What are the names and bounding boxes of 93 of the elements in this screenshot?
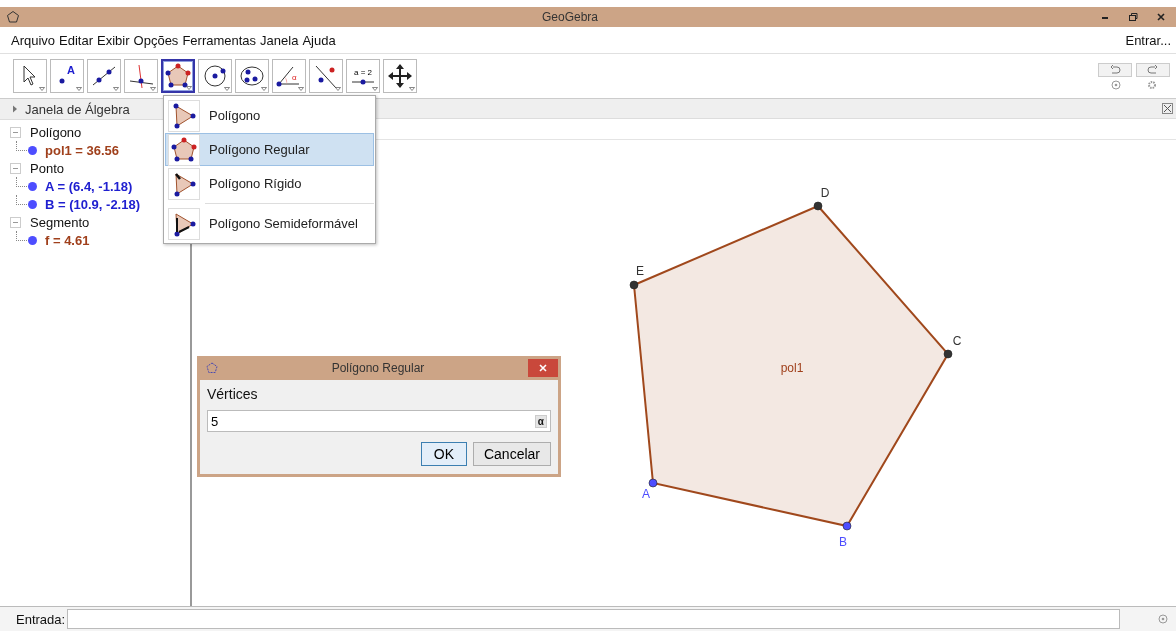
close-button[interactable] — [528, 359, 558, 377]
menu-item[interactable]: Arquivo — [11, 32, 56, 48]
symbol-button[interactable]: α — [534, 414, 547, 428]
caret-icon — [372, 87, 378, 91]
point-label: C — [952, 334, 962, 348]
object-dot[interactable] — [28, 181, 37, 191]
redo-icon — [1147, 64, 1159, 75]
pentagon-icon — [170, 135, 198, 164]
collapse-icon[interactable] — [10, 126, 21, 138]
menu-item[interactable]: Exibir — [97, 32, 130, 48]
menu-item[interactable]: Ajuda — [302, 32, 336, 48]
slider-label: a = 2 — [354, 67, 372, 77]
point[interactable] — [813, 201, 823, 211]
collapse-icon[interactable] — [10, 216, 21, 228]
tool-button[interactable] — [383, 59, 417, 93]
object-value[interactable]: pol1 = 36.56 — [45, 142, 120, 158]
caret-icon — [224, 87, 230, 91]
move-arrows-icon — [386, 62, 414, 90]
angle-symbol: α — [292, 73, 297, 82]
menu-item[interactable]: Opções — [133, 32, 179, 48]
point-label: E — [636, 264, 644, 278]
caret-icon — [76, 87, 82, 91]
dialog-button[interactable]: OK — [420, 442, 467, 466]
pentagon-icon — [164, 62, 192, 90]
point[interactable] — [629, 280, 639, 290]
tool-button[interactable]: a = 2 — [346, 59, 380, 93]
menu-item[interactable]: Editar — [59, 32, 94, 48]
pentagon-icon — [206, 362, 218, 374]
object-value[interactable]: A = (6.4, -1.18) — [45, 178, 133, 194]
undo-icon — [1109, 64, 1121, 75]
login-link[interactable]: Entrar... — [1125, 32, 1171, 48]
menu-item[interactable]: Polígono Semideformável — [165, 207, 374, 240]
tool-button[interactable] — [13, 59, 47, 93]
help-icon — [1111, 79, 1121, 90]
close-icon — [1156, 12, 1166, 22]
panel-title: Janela de Álgebra — [25, 101, 130, 117]
field-label: Vértices — [207, 386, 259, 402]
point-name-label: A — [67, 64, 75, 76]
dialog-button[interactable]: Cancelar — [472, 442, 551, 466]
slider-icon — [352, 78, 374, 85]
object-value[interactable]: f = 4.61 — [45, 232, 90, 248]
point-label: A — [642, 487, 650, 501]
menu-item[interactable]: Polígono — [165, 99, 374, 132]
point[interactable] — [842, 521, 852, 531]
menu-item[interactable]: Polígono Rígido — [165, 167, 374, 200]
tool-button[interactable] — [124, 59, 158, 93]
tool-button[interactable] — [309, 59, 343, 93]
redo-button[interactable] — [1136, 62, 1170, 77]
point[interactable] — [943, 349, 953, 359]
object-dot[interactable] — [28, 199, 37, 209]
object-dot[interactable] — [28, 145, 37, 155]
point-label: B — [839, 535, 847, 549]
caret-icon — [409, 87, 415, 91]
dialog-title: Polígono Regular — [330, 361, 426, 375]
tool-button[interactable] — [235, 59, 269, 93]
tree-item[interactable]: Polígono — [30, 124, 82, 140]
perpendicular-line-icon — [127, 62, 155, 90]
caret-icon — [335, 87, 341, 91]
close-icon — [539, 364, 547, 372]
tool-button[interactable]: α — [272, 59, 306, 93]
tool-button[interactable] — [198, 59, 232, 93]
help-icon — [1158, 614, 1168, 624]
settings-icon — [1147, 79, 1157, 90]
window-title: GeoGebra — [540, 10, 599, 24]
collapse-icon[interactable] — [10, 162, 21, 174]
caret-icon — [186, 86, 192, 90]
caret-icon — [261, 87, 267, 91]
object-value[interactable]: B = (10.9, -2.18) — [45, 196, 141, 212]
point[interactable] — [648, 478, 658, 488]
tool-button[interactable] — [161, 59, 195, 93]
tree-item[interactable]: Ponto — [30, 160, 64, 176]
input-field[interactable] — [67, 609, 1120, 629]
undo-button[interactable] — [1098, 62, 1132, 77]
caret-icon — [150, 87, 156, 91]
caret-icon — [39, 87, 45, 91]
caret-icon — [298, 87, 304, 91]
menu-item[interactable]: Polígono Regular — [165, 133, 374, 166]
tool-button[interactable]: A — [50, 59, 84, 93]
caret-icon — [113, 87, 119, 91]
tree-item[interactable]: Segmento — [30, 214, 90, 230]
tool-button[interactable] — [87, 59, 121, 93]
close-icon — [1162, 103, 1173, 114]
restore-icon — [1128, 12, 1138, 22]
point-label: D — [820, 186, 830, 200]
menu-item[interactable]: Ferramentas — [182, 32, 257, 48]
object-dot[interactable] — [28, 235, 37, 245]
polygon-label: pol1 — [780, 361, 804, 375]
circle-icon — [201, 62, 229, 90]
menu-item[interactable]: Janela — [260, 32, 299, 48]
vertices-field[interactable]: 5 α — [207, 410, 551, 432]
expand-arrow-icon — [12, 105, 18, 113]
app-icon — [6, 10, 20, 24]
input-label: Entrada: — [16, 611, 66, 627]
